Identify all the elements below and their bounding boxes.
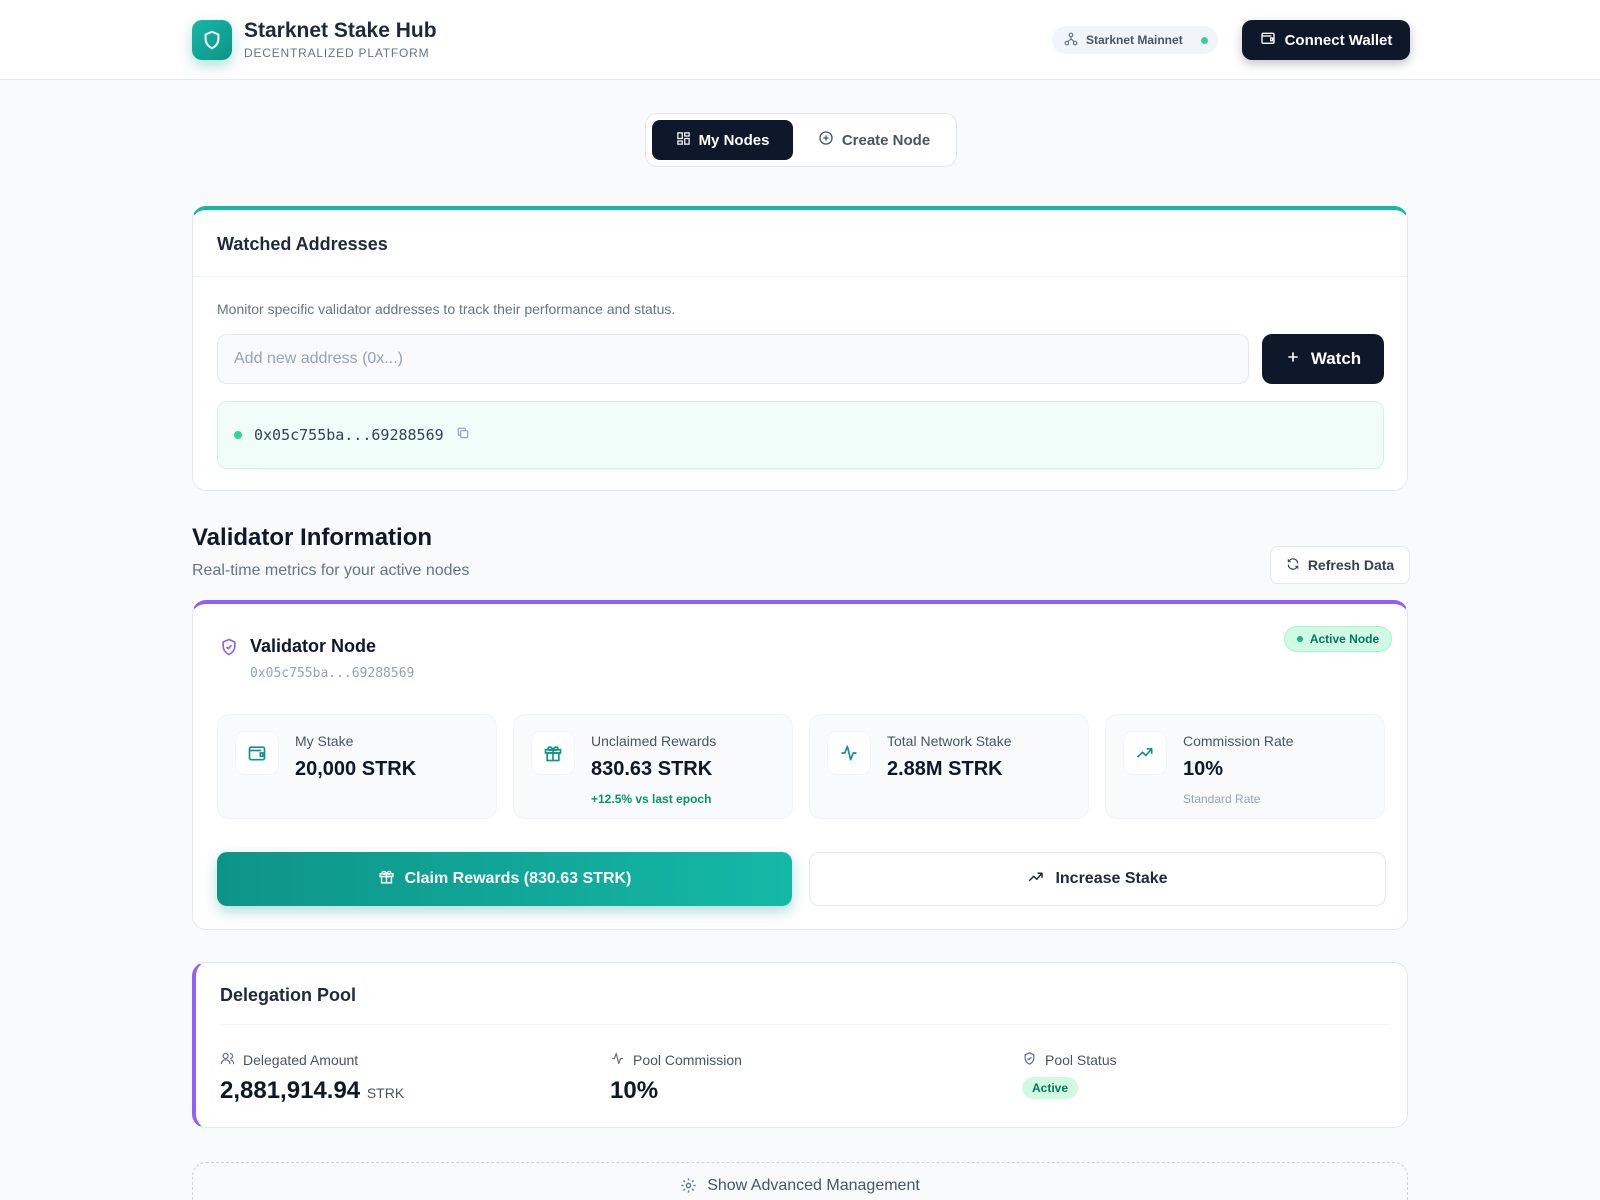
wallet-icon: [235, 731, 279, 775]
stat-unclaimed-rewards: Unclaimed Rewards 830.63 STRK +12.5% vs …: [513, 714, 793, 819]
stat-total-network-stake: Total Network Stake 2.88M STRK: [809, 714, 1089, 819]
gift-icon: [531, 731, 575, 775]
stat-label: My Stake: [295, 733, 354, 749]
gear-icon: [680, 1177, 697, 1199]
divider: [220, 1024, 1390, 1025]
copy-icon[interactable]: [456, 426, 470, 445]
trending-up-icon: [1027, 868, 1045, 891]
stat-value: 20,000 STRK: [295, 758, 417, 780]
pool-delegated-amount: Delegated Amount 2,881,914.94 STRK: [220, 1051, 404, 1105]
activity-icon: [610, 1051, 625, 1069]
pool-commission: Pool Commission 10%: [610, 1051, 742, 1105]
refresh-data-button[interactable]: Refresh Data: [1270, 546, 1410, 584]
validator-section-subtitle: Real-time metrics for your active nodes: [192, 562, 470, 579]
connect-wallet-button[interactable]: Connect Wallet: [1242, 20, 1410, 60]
trending-up-icon: [1123, 731, 1167, 775]
tab-label: My Nodes: [698, 131, 770, 149]
status-dot: [1296, 636, 1303, 642]
watched-title: Watched Addresses: [217, 234, 388, 254]
pool-label: Delegated Amount: [243, 1052, 359, 1068]
gift-icon: [378, 868, 395, 890]
wallet-icon: [1260, 30, 1276, 50]
network-status-dot: [1200, 36, 1208, 44]
shield-logo-icon: [192, 20, 232, 60]
shield-check-icon: [1022, 1051, 1037, 1069]
status-text: Active Node: [1309, 632, 1380, 646]
stat-value: 10%: [1183, 758, 1224, 780]
status-badge: Active Node: [1284, 626, 1392, 652]
watched-addresses-card: Watched Addresses Monitor specific valid…: [192, 206, 1408, 491]
refresh-icon: [1286, 557, 1300, 574]
stat-label: Total Network Stake: [887, 733, 1012, 749]
app-title: Starknet Stake Hub: [244, 19, 437, 42]
connect-wallet-label: Connect Wallet: [1284, 31, 1393, 49]
validator-node-card: Validator Node 0x05c755ba...69288569 Act…: [192, 600, 1408, 930]
stat-label: Unclaimed Rewards: [591, 733, 717, 749]
stat-value: 830.63 STRK: [591, 758, 713, 780]
watch-button[interactable]: Watch: [1262, 334, 1384, 384]
pool-title: Delegation Pool: [220, 985, 357, 1005]
grid-icon: [676, 131, 691, 150]
address-status-dot: [234, 431, 242, 439]
network-indicator[interactable]: Starknet Mainnet: [1052, 26, 1218, 54]
shield-check-icon: [219, 636, 239, 663]
pool-commission-value: 10%: [610, 1077, 659, 1104]
tab-my-nodes[interactable]: My Nodes: [652, 120, 793, 160]
pool-status: Pool Status Active: [1022, 1051, 1117, 1099]
tab-create-node[interactable]: Create Node: [799, 120, 949, 160]
watched-address: 0x05c755ba...69288569: [254, 426, 444, 444]
advanced-label: Show Advanced Management: [707, 1177, 920, 1194]
stat-note: Standard Rate: [1183, 792, 1261, 806]
watched-address-item[interactable]: 0x05c755ba...69288569: [217, 401, 1384, 469]
activity-icon: [827, 731, 871, 775]
node-title: Validator Node: [250, 636, 377, 656]
increase-stake-label: Increase Stake: [1055, 870, 1168, 887]
delegated-amount-value: 2,881,914.94: [220, 1077, 361, 1104]
pool-status-badge: Active: [1022, 1077, 1079, 1099]
stat-my-stake: My Stake 20,000 STRK: [217, 714, 497, 819]
network-name: Starknet Mainnet: [1086, 33, 1183, 47]
stat-commission-rate: Commission Rate 10% Standard Rate: [1105, 714, 1385, 819]
pool-label: Pool Status: [1045, 1052, 1117, 1068]
users-icon: [220, 1051, 235, 1069]
network-icon: [1064, 32, 1078, 49]
stat-label: Commission Rate: [1183, 733, 1294, 749]
delegated-amount-unit: STRK: [366, 1085, 405, 1101]
node-address: 0x05c755ba...69288569: [250, 666, 415, 681]
plus-icon: [1285, 349, 1301, 370]
increase-stake-button[interactable]: Increase Stake: [809, 852, 1386, 906]
validator-section-title: Validator Information: [192, 524, 433, 551]
divider: [193, 276, 1407, 277]
show-advanced-management-button[interactable]: Show Advanced Management: [192, 1162, 1408, 1200]
delegation-pool-card: Delegation Pool Delegated Amount 2,881,9…: [192, 962, 1408, 1128]
watched-description: Monitor specific validator addresses to …: [217, 301, 676, 317]
stat-value: 2.88M STRK: [887, 758, 1003, 780]
top-header: Starknet Stake Hub DECENTRALIZED PLATFOR…: [0, 0, 1600, 80]
app-subtitle: DECENTRALIZED PLATFORM: [244, 46, 430, 60]
stat-change: +12.5% vs last epoch: [591, 792, 712, 806]
watch-label: Watch: [1310, 349, 1362, 368]
claim-rewards-label: Claim Rewards (830.63 STRK): [404, 870, 632, 887]
claim-rewards-button[interactable]: Claim Rewards (830.63 STRK): [217, 852, 792, 906]
tab-label: Create Node: [841, 131, 931, 149]
refresh-label: Refresh Data: [1307, 557, 1395, 573]
address-input[interactable]: [217, 334, 1249, 384]
view-tabs: My Nodes Create Node: [645, 113, 957, 167]
pool-label: Pool Commission: [633, 1052, 742, 1068]
plus-circle-icon: [818, 130, 834, 150]
